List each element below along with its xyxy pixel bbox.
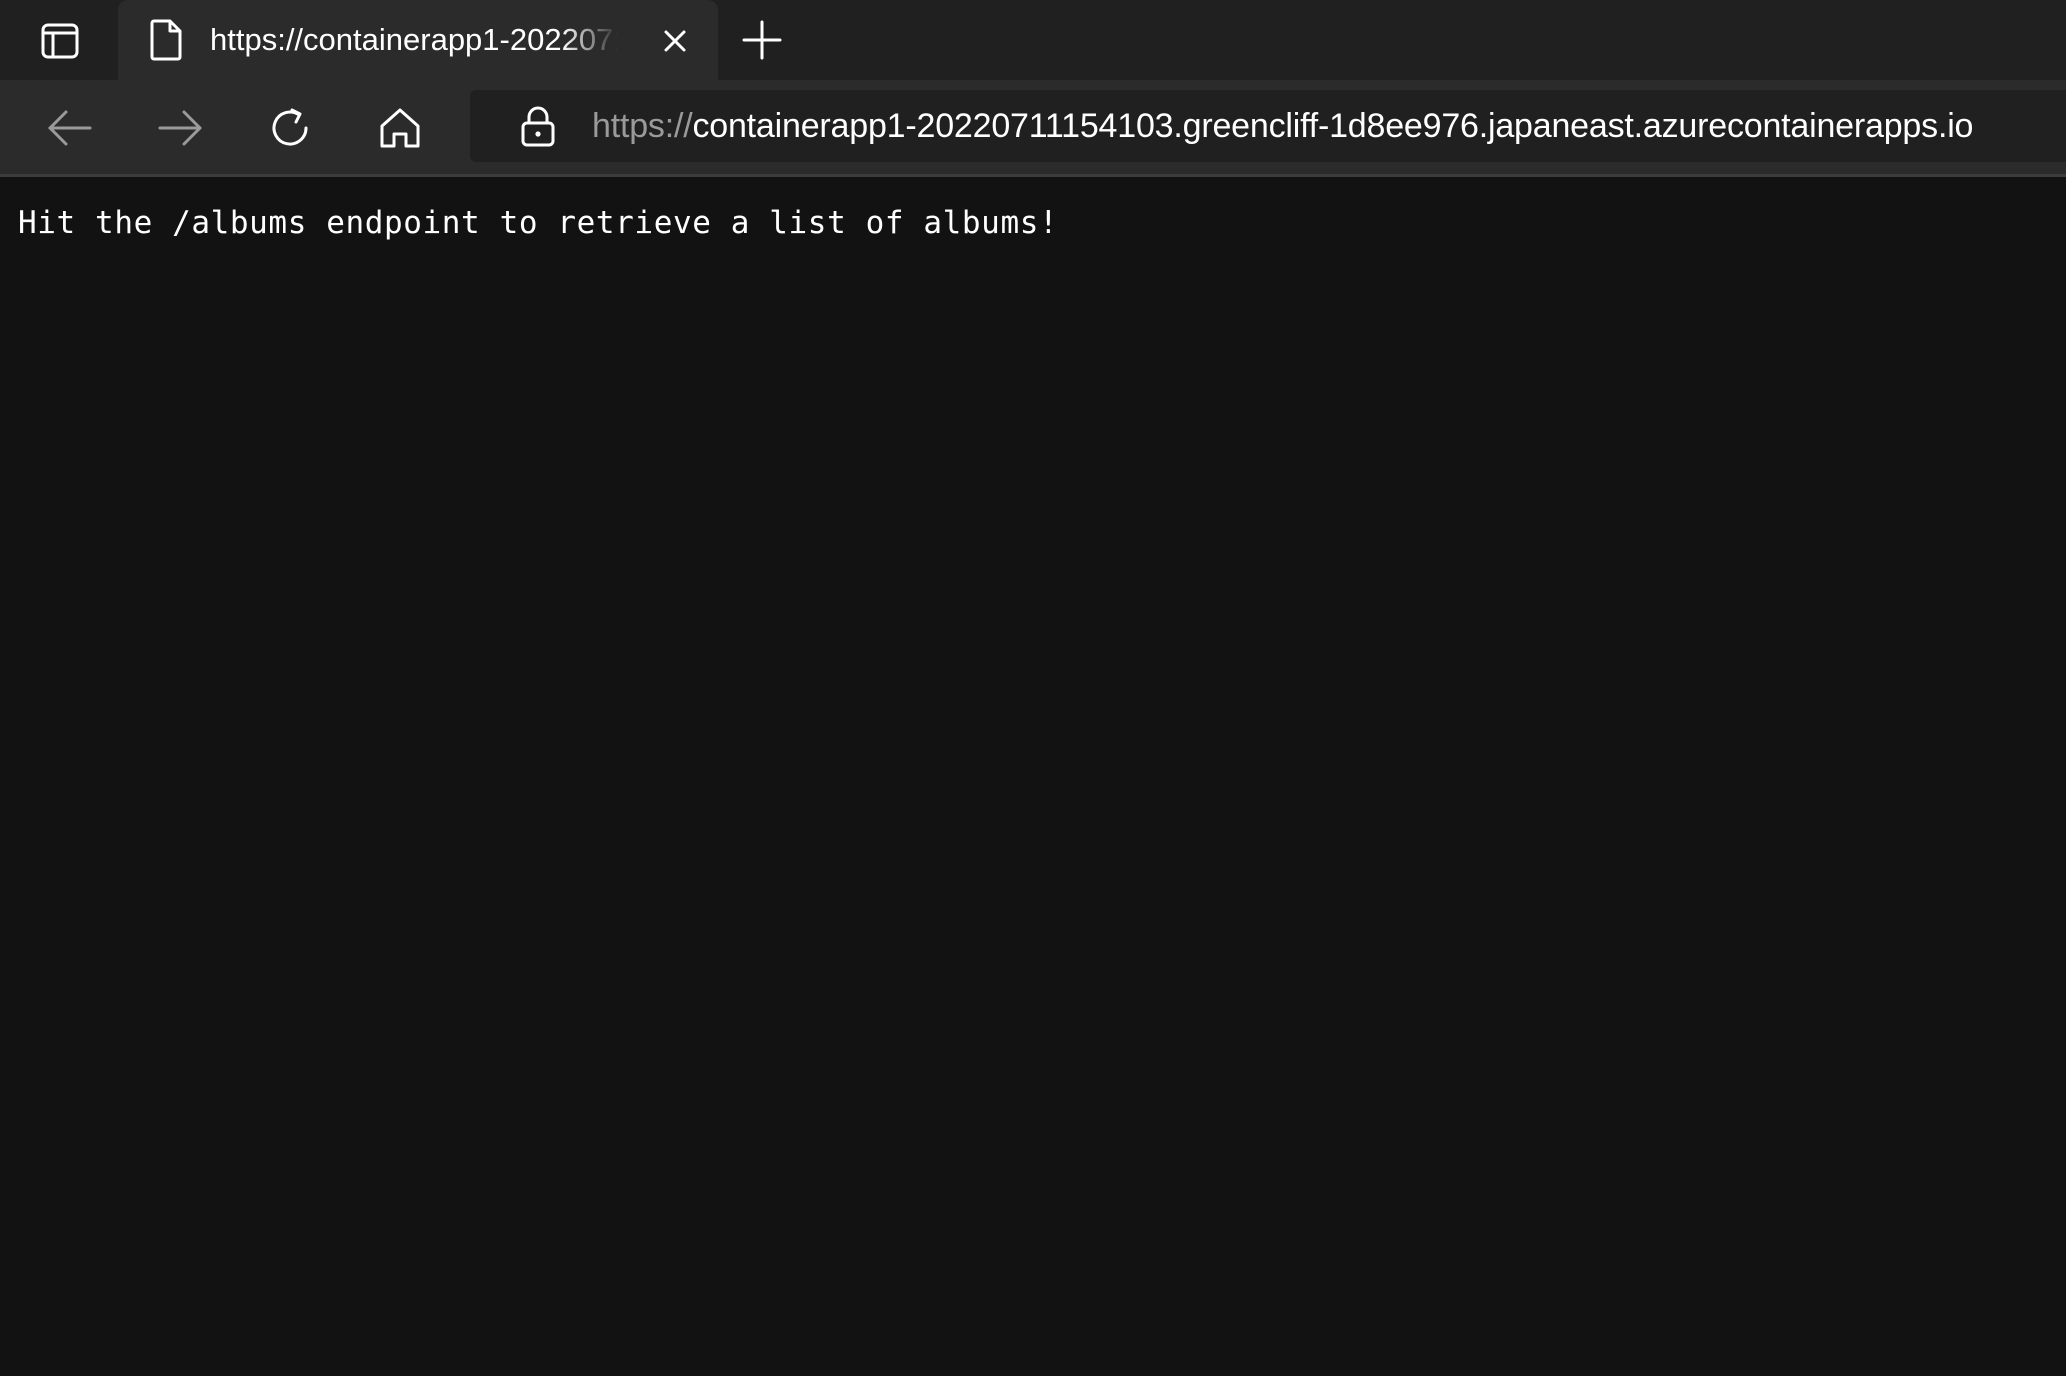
- refresh-button[interactable]: [266, 104, 314, 152]
- tab-close-button[interactable]: [658, 24, 692, 58]
- tab-strip: https://containerapp1-20220711154103.gre…: [0, 0, 2066, 80]
- tab-title-fade: [562, 0, 618, 80]
- tab-actions-button[interactable]: [38, 20, 82, 62]
- new-tab-button[interactable]: [740, 18, 784, 62]
- back-button[interactable]: [46, 104, 94, 152]
- browser-window: https://containerapp1-20220711154103.gre…: [0, 0, 2066, 1376]
- forward-arrow-icon: [158, 110, 202, 146]
- tab-active[interactable]: https://containerapp1-20220711154103.gre…: [118, 0, 718, 80]
- page-message: Hit the /albums endpoint to retrieve a l…: [18, 205, 1059, 241]
- url-host: containerapp1-20220711154103.greencliff-…: [692, 107, 1974, 145]
- url-scheme: https://: [592, 107, 693, 145]
- url-text[interactable]: https://containerapp1-20220711154103.gre…: [592, 90, 1973, 162]
- tab-actions-icon: [40, 22, 80, 60]
- close-icon: [664, 30, 686, 52]
- refresh-icon: [272, 108, 308, 146]
- page-content: Hit the /albums endpoint to retrieve a l…: [0, 177, 2066, 1376]
- tab-title: https://containerapp1-20220711154103.gre…: [210, 22, 618, 57]
- navigation-toolbar: https://containerapp1-20220711154103.gre…: [0, 80, 2066, 177]
- page-icon: [146, 18, 186, 62]
- address-bar[interactable]: https://containerapp1-20220711154103.gre…: [470, 90, 2066, 162]
- home-button[interactable]: [376, 104, 424, 152]
- lock-icon[interactable]: [518, 104, 558, 148]
- tab-title-container: https://containerapp1-20220711154103.gre…: [210, 0, 618, 80]
- home-icon: [380, 108, 420, 148]
- back-arrow-icon: [48, 110, 92, 146]
- forward-button[interactable]: [156, 104, 204, 152]
- plus-icon: [742, 20, 782, 60]
